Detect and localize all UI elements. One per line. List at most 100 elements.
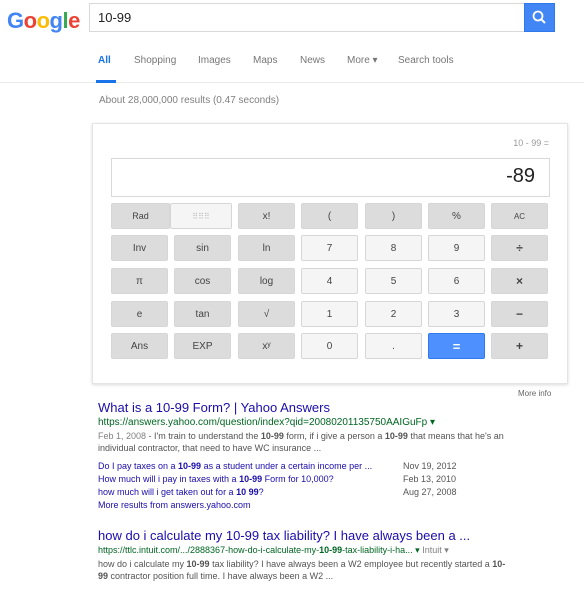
snippet-bold: 10-99 [186, 559, 210, 569]
sub-link-text: as a student under a certain income per … [201, 461, 373, 471]
digit-0-button[interactable]: 0 [301, 333, 358, 359]
tab-maps[interactable]: Maps [253, 55, 277, 66]
pi-button[interactable]: π [111, 268, 168, 294]
search-input[interactable] [98, 10, 478, 25]
factorial-button[interactable]: x! [238, 203, 295, 229]
digit-6-button[interactable]: 6 [428, 268, 485, 294]
google-logo[interactable]: Google [7, 8, 80, 34]
percent-button[interactable]: % [428, 203, 485, 229]
active-tab-indicator [96, 80, 116, 83]
sub-link-text: Do I pay taxes on a [98, 461, 179, 471]
result-snippet: Feb 1, 2008 - I'm train to understand th… [98, 430, 558, 454]
logo-letter: o [23, 8, 37, 33]
all-clear-button[interactable]: AC [491, 203, 548, 229]
logo-letter: e [68, 8, 80, 33]
search-icon [532, 10, 546, 24]
header: Google [0, 0, 584, 40]
sin-button[interactable]: sin [174, 235, 231, 261]
snippet-text: form, if i give a person a [283, 431, 385, 441]
snippet-bold: 10- [492, 559, 506, 569]
tab-news[interactable]: News [300, 55, 325, 66]
digit-7-button[interactable]: 7 [301, 235, 358, 261]
multiply-button[interactable]: × [491, 268, 548, 294]
tan-button[interactable]: tan [174, 301, 231, 327]
sub-result-date: Aug 27, 2008 [403, 487, 457, 497]
sub-result-link[interactable]: How much will i pay in taxes with a 10-9… [98, 474, 334, 484]
snippet-text: that means that he's an [407, 431, 504, 441]
search-tabs: All Shopping Images Maps News More ▾ Sea… [0, 40, 584, 83]
open-paren-button[interactable]: ( [301, 203, 358, 229]
tab-shopping[interactable]: Shopping [134, 55, 176, 66]
calculator-card: 10 - 99 = -89 Rad ⠿⠿⠿ x! ( ) % AC Inv si… [92, 123, 568, 384]
result-date: Feb 1, 2008 [98, 431, 147, 441]
sub-link-bold: 10-99 [178, 461, 202, 471]
digit-8-button[interactable]: 8 [365, 235, 422, 261]
snippet-text: how do i calculate my [98, 559, 187, 569]
sub-result-link[interactable]: Do I pay taxes on a 10-99 as a student u… [98, 461, 372, 471]
power-button[interactable]: xʸ [238, 333, 295, 359]
digit-1-button[interactable]: 1 [301, 301, 358, 327]
log-button[interactable]: log [238, 268, 295, 294]
digit-4-button[interactable]: 4 [301, 268, 358, 294]
url-text: https://ttlc.intuit.com/.../2888367-how-… [98, 545, 320, 555]
rad-button[interactable]: Rad [111, 203, 170, 229]
cos-button[interactable]: cos [174, 268, 231, 294]
search-box[interactable] [89, 3, 524, 32]
url-site: Intuit ▾ [422, 545, 449, 555]
snippet-text: individual contractor, that need to have… [98, 443, 322, 453]
logo-letter: g [49, 8, 63, 33]
deg-button[interactable]: ⠿⠿⠿ [170, 203, 232, 229]
result-title[interactable]: how do i calculate my 10-99 tax liabilit… [98, 528, 470, 543]
digit-5-button[interactable]: 5 [365, 268, 422, 294]
tab-search-tools[interactable]: Search tools [398, 55, 454, 66]
digit-3-button[interactable]: 3 [428, 301, 485, 327]
url-text: -tax-liability-i-ha... ▾ [342, 545, 420, 555]
minus-button[interactable]: − [491, 301, 548, 327]
snippet-bold: 10-99 [384, 431, 408, 441]
snippet-text: - I'm train to understand the [146, 431, 261, 441]
divide-button[interactable]: ÷ [491, 235, 548, 261]
decimal-button[interactable]: . [365, 333, 422, 359]
calculator-display: -89 [111, 158, 550, 197]
calculator-result: -89 [506, 165, 535, 187]
more-results-link[interactable]: More results from answers.yahoo.com [98, 500, 251, 510]
sub-link-text: how much will i get taken out for a [98, 487, 237, 497]
result-stats: About 28,000,000 results (0.47 seconds) [99, 95, 280, 106]
logo-letter: G [7, 8, 24, 33]
search-button[interactable] [524, 3, 555, 32]
sub-result-link[interactable]: how much will i get taken out for a 10 9… [98, 487, 264, 497]
ans-button[interactable]: Ans [111, 333, 168, 359]
result-url[interactable]: https://answers.yahoo.com/question/index… [98, 417, 435, 428]
snippet-bold: 10-99 [260, 431, 284, 441]
snippet-text: contractor position full time. I have al… [108, 571, 334, 581]
digit-9-button[interactable]: 9 [428, 235, 485, 261]
snippet-bold: 99 [98, 571, 109, 581]
tab-more[interactable]: More ▾ [347, 55, 378, 66]
result-snippet: how do i calculate my 10-99 tax liabilit… [98, 558, 543, 582]
sub-link-bold: 10 99 [236, 487, 259, 497]
sub-link-text: Form for 10,000? [262, 474, 334, 484]
calculator-expression: 10 - 99 = [513, 138, 549, 148]
tab-images[interactable]: Images [198, 55, 231, 66]
close-paren-button[interactable]: ) [365, 203, 422, 229]
result-title[interactable]: What is a 10-99 Form? | Yahoo Answers [98, 400, 330, 415]
sub-result-date: Nov 19, 2012 [403, 461, 457, 471]
ln-button[interactable]: ln [238, 235, 295, 261]
tab-all[interactable]: All [98, 55, 111, 66]
more-info-link[interactable]: More info [518, 389, 551, 398]
result-url[interactable]: https://ttlc.intuit.com/.../2888367-how-… [98, 545, 449, 556]
digit-2-button[interactable]: 2 [365, 301, 422, 327]
equals-button[interactable]: = [428, 333, 485, 359]
inv-button[interactable]: Inv [111, 235, 168, 261]
logo-letter: o [36, 8, 50, 33]
sub-link-text: ? [258, 487, 264, 497]
e-button[interactable]: e [111, 301, 168, 327]
plus-button[interactable]: + [491, 333, 548, 359]
sub-result-date: Feb 13, 2010 [403, 474, 457, 484]
exp-button[interactable]: EXP [174, 333, 231, 359]
sub-link-text: How much will i pay in taxes with a [98, 474, 240, 484]
sub-link-bold: 10-99 [239, 474, 263, 484]
snippet-text: tax liability? I have always been a W2 e… [209, 559, 493, 569]
url-bold: 10-99 [319, 545, 343, 555]
sqrt-button[interactable]: √ [238, 301, 295, 327]
